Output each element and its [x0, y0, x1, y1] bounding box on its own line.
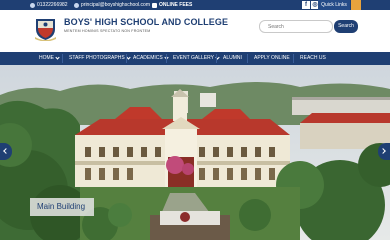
nav-item-label: ALUMNI [223, 55, 242, 61]
nav-item-label: EVENT GALLERY [173, 55, 214, 61]
nav-divider [293, 54, 294, 63]
nav-item-label: STAFF PHOTOGRAPHS [69, 55, 125, 61]
slide-caption: Main Building [30, 198, 94, 216]
nav-divider [166, 54, 167, 63]
email-address: principal@boyshighschool.com [81, 2, 150, 8]
nav-item-label: ACADEMICS [133, 55, 163, 61]
online-fees-link[interactable]: ONLINE FEES [152, 2, 192, 8]
credit-card-icon [152, 2, 157, 8]
chevron-right-icon [380, 148, 386, 154]
nav-item-academics[interactable]: ACADEMICS [133, 52, 169, 65]
nav-item-apply-online[interactable]: APPLY ONLINE [254, 52, 290, 65]
hero-slider: Main Building [0, 65, 390, 240]
top-bar: 01322266982 principal@boyshighschool.com… [0, 0, 390, 10]
phone-contact[interactable]: 01322266982 [30, 2, 68, 8]
nav-divider [216, 54, 217, 63]
school-name[interactable]: BOYS' HIGH SCHOOL AND COLLEGE [64, 17, 228, 27]
nav-item-staff-photographs[interactable]: STAFF PHOTOGRAPHS [69, 52, 131, 65]
nav-item-home[interactable]: HOME [39, 52, 60, 65]
chevron-down-icon[interactable] [351, 0, 361, 10]
quick-links-button[interactable]: Quick Links [318, 0, 350, 10]
phone-icon [30, 2, 35, 8]
search-button[interactable]: Search [334, 20, 358, 33]
school-crest-logo[interactable] [34, 16, 57, 41]
email-contact[interactable]: principal@boyshighschool.com [74, 2, 150, 8]
nav-item-alumni[interactable]: ALUMNI [223, 52, 242, 65]
slider-next-button[interactable] [378, 143, 390, 160]
facebook-icon[interactable]: f [302, 1, 310, 9]
nav-item-label: HOME [39, 55, 54, 61]
nav-item-label: REACH US [300, 55, 326, 61]
email-icon [74, 2, 79, 8]
school-motto: MENTEM HOMINIS SPECTATO NON FRONTEM [64, 29, 151, 33]
main-nav: HOME STAFF PHOTOGRAPHS ACADEMICS EVENT G… [0, 52, 390, 65]
nav-divider [62, 54, 63, 63]
online-fees-label: ONLINE FEES [159, 2, 193, 8]
nav-divider [247, 54, 248, 63]
nav-item-reach-us[interactable]: REACH US [300, 52, 326, 65]
nav-item-event-gallery[interactable]: EVENT GALLERY [173, 52, 220, 65]
chevron-down-icon [55, 55, 60, 60]
nav-divider [126, 54, 127, 63]
phone-number: 01322266982 [37, 2, 68, 8]
chevron-left-icon [3, 148, 9, 154]
search-input[interactable] [259, 20, 333, 33]
nav-item-label: APPLY ONLINE [254, 55, 290, 61]
